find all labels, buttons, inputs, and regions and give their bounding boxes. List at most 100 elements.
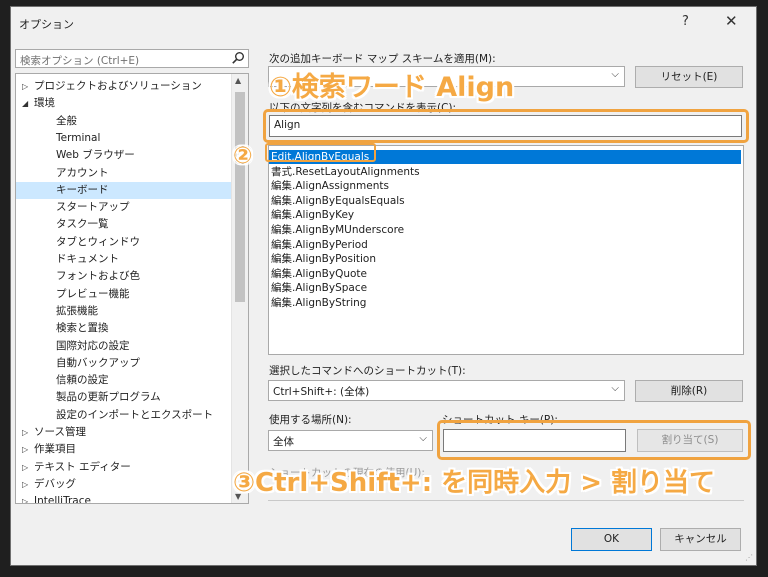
remove-button[interactable]: 削除(R) — [635, 380, 743, 402]
command-item[interactable]: 編集.AlignByPeriod — [271, 238, 368, 252]
use-in-value: 全体 — [273, 436, 294, 448]
tree-item-label: 設定のインポートとエクスポート — [56, 408, 214, 421]
tree-item[interactable]: ▷ プロジェクトおよびソリューション — [16, 78, 202, 95]
options-tree[interactable]: ▷ プロジェクトおよびソリューション ◢ 環境 全般 Terminal Web ブラウザーア… — [15, 73, 249, 504]
tree-item-label: キーボード — [56, 183, 109, 196]
command-item[interactable]: 編集.AlignBySpace — [271, 281, 367, 295]
expand-arrow-icon[interactable]: ▷ — [22, 78, 34, 95]
tree-item-label: プレビュー機能 — [56, 287, 130, 300]
tree-item[interactable]: ◢ 環境 — [16, 95, 55, 112]
help-button[interactable]: ? — [682, 14, 689, 29]
shortcuts-combo[interactable]: Ctrl+Shift+: (全体) ⌵ — [268, 380, 625, 401]
options-search-input[interactable]: 検索オプション (Ctrl+E) — [15, 49, 249, 68]
tree-item-label: 自動バックアップ — [56, 356, 140, 369]
close-icon[interactable]: ✕ — [725, 12, 738, 30]
tree-item[interactable]: ▷ テキスト エディター — [16, 459, 131, 476]
tree-item[interactable]: キーボード — [16, 181, 248, 199]
tree-item-label: 拡張機能 — [56, 304, 98, 317]
command-item[interactable]: 編集.AlignByKey — [271, 208, 354, 222]
annotation-step2: ② — [233, 143, 253, 169]
tree-item[interactable]: 国際対応の設定 — [16, 338, 130, 355]
tree-item-label: 製品の更新プログラム — [56, 391, 161, 404]
command-item[interactable]: 書式.ResetLayoutAlignments — [271, 165, 420, 179]
chevron-down-icon: ⌵ — [611, 383, 619, 394]
expand-arrow-icon[interactable]: ▷ — [22, 441, 34, 458]
shortcuts-value: Ctrl+Shift+: (全体) — [273, 386, 370, 398]
scroll-up-icon[interactable]: ▲ — [235, 76, 241, 85]
command-item[interactable]: 編集.AlignAssignments — [271, 179, 389, 193]
tree-item[interactable]: Web ブラウザー — [16, 147, 135, 164]
reset-button[interactable]: リセット(E) — [635, 66, 743, 88]
scheme-label: 次の追加キーボード マップ スキームを適用(M): — [269, 53, 496, 65]
expand-arrow-icon[interactable]: ▷ — [22, 493, 34, 503]
tree-item-label: Terminal — [56, 131, 101, 144]
tree-item-label: デバッグ — [34, 477, 76, 490]
tree-item[interactable]: 信頼の設定 — [16, 372, 109, 389]
command-item[interactable]: 編集.AlignByString — [271, 296, 366, 310]
tree-item[interactable]: フォントおよび色 — [16, 268, 140, 285]
search-placeholder: 検索オプション (Ctrl+E) — [20, 55, 140, 67]
tree-item-label: タスク一覧 — [56, 218, 109, 231]
tree-item-label: プロジェクトおよびソリューション — [34, 80, 202, 92]
highlight-shortcut-assign — [437, 420, 751, 460]
command-item[interactable]: 編集.AlignByPosition — [271, 252, 376, 266]
cancel-button[interactable]: キャンセル — [660, 528, 741, 551]
tree-item-label: フォントおよび色 — [56, 270, 140, 283]
tree-item-label: 国際対応の設定 — [56, 339, 130, 352]
tree-item[interactable]: ▷ ソース管理 — [16, 424, 86, 441]
highlight-first-command — [265, 143, 376, 162]
tree-item[interactable]: 検索と置換 — [16, 320, 109, 337]
tree-item[interactable]: アカウント — [16, 165, 109, 182]
tree-item[interactable]: プレビュー機能 — [16, 286, 130, 303]
search-icon[interactable] — [231, 51, 245, 65]
tree-item[interactable]: ドキュメント — [16, 251, 119, 268]
scrollbar-thumb[interactable] — [235, 92, 245, 302]
title-bar: オプション ? ✕ — [11, 7, 756, 39]
use-in-combo[interactable]: 全体 ⌵ — [268, 430, 433, 451]
tree-item-label: ソース管理 — [34, 426, 86, 438]
tree-item[interactable]: 全般 — [16, 113, 77, 130]
tree-scrollbar[interactable]: ▲ ▼ — [231, 74, 248, 503]
tree-item[interactable]: 設定のインポートとエクスポート — [16, 407, 213, 424]
ok-button[interactable]: OK — [571, 528, 652, 551]
command-item[interactable]: 編集.AlignByMUnderscore — [271, 223, 404, 237]
tree-item[interactable]: スタートアップ — [16, 199, 130, 216]
command-list[interactable]: Edit.AlignByEquals 書式.ResetLayoutAlignmen… — [268, 145, 744, 355]
expand-arrow-icon[interactable]: ▷ — [22, 459, 34, 476]
tree-item-label: IntelliTrace — [34, 495, 91, 504]
annotation-step1: ①検索ワード Align — [269, 72, 515, 103]
tree-item[interactable]: 自動バックアップ — [16, 355, 140, 372]
tree-item-label: ドキュメント — [56, 253, 119, 265]
tree-item-label: スタートアップ — [56, 201, 130, 214]
tree-item-label: 検索と置換 — [56, 322, 109, 335]
chevron-down-icon: ⌵ — [419, 433, 427, 444]
tree-item[interactable]: 拡張機能 — [16, 303, 98, 320]
command-item[interactable]: 編集.AlignByQuote — [271, 267, 367, 281]
shortcuts-label: 選択したコマンドへのショートカット(T): — [269, 365, 466, 377]
expand-arrow-icon[interactable]: ▷ — [22, 424, 34, 441]
tree-item-label: 全般 — [56, 114, 77, 127]
tree-item[interactable]: タブとウィンドウ — [16, 234, 140, 251]
tree-item[interactable]: タスク一覧 — [16, 216, 109, 233]
divider — [268, 500, 744, 501]
tree-item-label: Web ブラウザー — [56, 149, 135, 162]
chevron-down-icon: ⌵ — [611, 69, 619, 80]
annotation-step3: ③Ctrl+Shift+: を同時入力 > 割り当て — [233, 468, 716, 498]
tree-item-label: 信頼の設定 — [56, 374, 109, 387]
collapse-arrow-icon[interactable]: ◢ — [22, 95, 34, 112]
tree-item[interactable]: Terminal — [16, 130, 100, 147]
tree-item[interactable]: 製品の更新プログラム — [16, 389, 161, 406]
tree-item-label: アカウント — [56, 166, 109, 179]
tree-item-label: 作業項目 — [34, 443, 76, 456]
resize-grip-icon[interactable]: ⋰ — [745, 553, 753, 562]
highlight-filter-box — [263, 109, 749, 143]
window-title: オプション — [19, 18, 74, 31]
tree-item[interactable]: ▷ デバッグ — [16, 476, 76, 493]
options-dialog: オプション ? ✕ 検索オプション (Ctrl+E) ▷ プロジェクトおよびソリュ… — [10, 6, 757, 566]
tree-item[interactable]: ▷ 作業項目 — [16, 441, 76, 458]
tree-item-label: テキスト エディター — [34, 460, 131, 473]
tree-item-label: 環境 — [34, 97, 55, 110]
expand-arrow-icon[interactable]: ▷ — [22, 476, 34, 493]
command-item[interactable]: 編集.AlignByEqualsEquals — [271, 194, 405, 208]
tree-item[interactable]: ▷ IntelliTrace — [16, 493, 91, 504]
